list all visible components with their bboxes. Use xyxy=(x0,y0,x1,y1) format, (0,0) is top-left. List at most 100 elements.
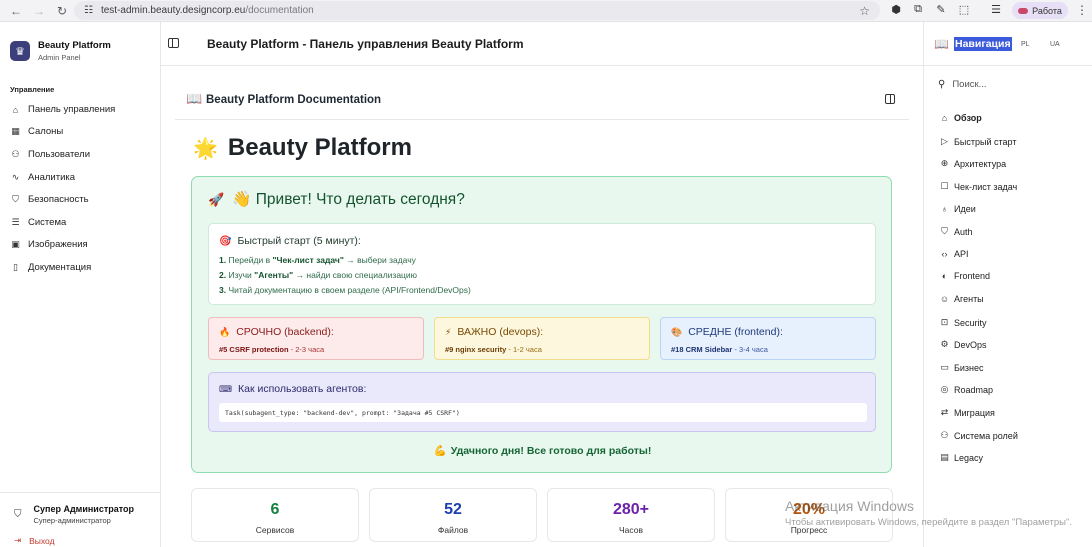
toggle-navigation-icon[interactable] xyxy=(885,94,895,104)
book-icon: ▯ xyxy=(13,262,18,272)
docs-nav-overview[interactable]: ⌂ Обзор xyxy=(939,113,982,123)
briefcase-icon: ▭ xyxy=(940,362,949,372)
logout-icon: ⇥ xyxy=(14,535,22,545)
translate-icon[interactable]: ⧉ xyxy=(910,3,926,16)
code-icon: ‹› xyxy=(941,249,948,259)
logout-button[interactable]: ⇥ Выход xyxy=(14,535,55,546)
sidebar-item-salons[interactable]: ▦ Салоны xyxy=(10,126,63,137)
play-icon: ▷ xyxy=(941,136,948,146)
media-icon[interactable]: ☰ xyxy=(988,3,1004,16)
sidebar-item-security[interactable]: ⛉ Безопасность xyxy=(10,194,89,205)
lock-icon: ⊡ xyxy=(940,317,949,327)
lightbulb-icon: ♁ xyxy=(941,204,948,214)
priority-card-urgent: 🔥 СРОЧНО (backend): #5 CSRF protection - … xyxy=(208,317,424,360)
back-icon[interactable]: ← xyxy=(9,4,23,18)
sidebar-item-label: Панель управления xyxy=(28,104,116,115)
docs-nav-roadmap[interactable]: ◎ Roadmap xyxy=(939,384,993,395)
forward-icon[interactable]: → xyxy=(32,4,46,18)
sidebar: ♛ Beauty Platform Admin Panel Управление… xyxy=(0,22,161,547)
docs-nav-agents[interactable]: ☺ Агенты xyxy=(939,294,984,304)
sidebar-footer: ⛉ Супер Администратор Супер-администрато… xyxy=(0,492,161,547)
sidebar-item-label: Безопасность xyxy=(28,194,89,205)
quick-start-title: 🎯 Быстрый старт (5 минут): xyxy=(219,235,361,247)
book-open-icon: 📖 xyxy=(934,37,949,51)
brand[interactable]: ♛ Beauty Platform Admin Panel xyxy=(10,40,111,62)
search-placeholder: Поиск... xyxy=(952,79,987,90)
stat-value: 52 xyxy=(444,501,462,518)
docs-nav-checklist[interactable]: ☐ Чек-лист задач xyxy=(939,181,1017,192)
sidebar-item-images[interactable]: ▣ Изображения xyxy=(10,239,88,250)
shield-icon: ⛉ xyxy=(941,226,948,236)
docs-nav-auth[interactable]: ⛉ Auth xyxy=(939,226,972,237)
docs-nav-api[interactable]: ‹› API xyxy=(939,249,969,259)
doc-header: 📖 Beauty Platform Documentation xyxy=(175,66,909,120)
fire-icon: 🔥 xyxy=(219,326,231,337)
main-content: 📖 Beauty Platform Documentation 🌟 Beauty… xyxy=(161,66,923,547)
docs-nav-business[interactable]: ▭ Бизнес xyxy=(939,362,983,373)
user-icon: ☺ xyxy=(939,294,950,304)
sidebar-item-analytics[interactable]: ∿ Аналитика xyxy=(10,172,75,183)
doc-header-title: Beauty Platform Documentation xyxy=(206,94,382,106)
sidebar-item-label: Изображения xyxy=(28,239,88,250)
priority-task: #5 CSRF protection - 2-3 часа xyxy=(219,345,325,354)
stat-value: 6 xyxy=(270,501,280,518)
search-icon: ⚲ xyxy=(938,79,946,90)
building-icon: ▦ xyxy=(11,126,20,136)
welcome-title-text: 👋 Привет! Что делать сегодня? xyxy=(232,191,465,208)
address-bar[interactable]: ☷ test-admin.beauty.designcorp.eu/docume… xyxy=(74,1,880,20)
sidebar-toggle-icon[interactable] xyxy=(168,38,179,48)
url-host: test-admin.beauty.designcorp.eu xyxy=(100,5,246,16)
docs-navigation-panel: 📖 Навигация PL UA ⚲ Поиск... ⌂ Обзор ▷ Быс… xyxy=(923,22,1092,547)
page-title: Beauty Platform - Панель управления Beau… xyxy=(207,37,524,51)
clipboard-icon: ☐ xyxy=(940,181,949,191)
docs-nav-legacy[interactable]: ▤ Legacy xyxy=(939,452,983,463)
bookmark-star-icon[interactable]: ☆ xyxy=(859,4,870,18)
book-open-icon: 📖 xyxy=(186,91,203,106)
docs-nav-quickstart[interactable]: ▷ Быстрый старт xyxy=(939,136,1016,147)
puzzle-icon[interactable]: ⬚ xyxy=(956,3,972,16)
docs-search[interactable]: ⚲ Поиск... xyxy=(938,79,987,90)
palette-icon: ◐ xyxy=(941,271,948,281)
pen-icon[interactable]: ✎ xyxy=(933,3,949,16)
agents-code-snippet[interactable]: Task(subagent_type: "backend-dev", promp… xyxy=(219,403,867,422)
rocket-icon: 🚀 xyxy=(208,191,225,207)
stat-card-files: 52 Файлов xyxy=(369,488,537,542)
home-icon: ⌂ xyxy=(12,104,19,115)
user-profile[interactable]: ⛉ Супер Администратор Супер-администрато… xyxy=(14,504,134,525)
stat-label: Файлов xyxy=(437,525,469,535)
extension-icon[interactable]: ⬢ xyxy=(888,3,904,16)
keyboard-icon: ⌨ xyxy=(219,383,232,394)
lang-pl-button[interactable]: PL xyxy=(1021,41,1030,48)
docs-nav-architecture[interactable]: ⊕ Архитектура xyxy=(939,158,1006,169)
docs-nav-ideas[interactable]: ♁ Идеи xyxy=(939,204,976,214)
site-info-icon[interactable]: ☷ xyxy=(84,5,93,16)
crown-logo-icon: ♛ xyxy=(10,41,30,61)
sidebar-item-label: Аналитика xyxy=(28,172,76,183)
sidebar-item-label: Документация xyxy=(28,262,92,273)
user-name: Супер Администратор xyxy=(33,504,135,514)
profile-button[interactable]: Работа xyxy=(1012,2,1068,19)
logout-label: Выход xyxy=(29,535,55,546)
browser-menu-icon[interactable]: ⋮ xyxy=(1076,3,1088,17)
priority-title: СРОЧНО (backend): xyxy=(236,326,334,338)
database-icon: ☰ xyxy=(11,217,20,227)
shield-icon: ⛉ xyxy=(12,194,19,204)
docs-nav-devops[interactable]: ⚙ DevOps xyxy=(939,339,986,350)
sidebar-item-users[interactable]: ⚇ Пользователи xyxy=(10,149,90,160)
docs-nav-frontend[interactable]: ◐ Frontend xyxy=(939,271,990,281)
sidebar-item-dashboard[interactable]: ⌂ Панель управления xyxy=(10,104,116,115)
sidebar-item-documentation[interactable]: ▯ Документация xyxy=(10,262,91,273)
sidebar-item-system[interactable]: ☰ Система xyxy=(10,217,66,228)
image-icon: ▣ xyxy=(11,239,20,249)
quick-start-step: 3. Читай документацию в своем разделе (A… xyxy=(219,285,471,295)
docs-nav-migration[interactable]: ⇄ Миграция xyxy=(939,407,995,418)
docs-nav-security[interactable]: ⊡ Security xyxy=(939,317,987,328)
profile-label: Работа xyxy=(1032,5,1062,16)
doc-title: 🌟 Beauty Platform xyxy=(193,134,412,162)
docs-nav-roles[interactable]: ⚇ Система ролей xyxy=(939,430,1017,441)
sidebar-group-label: Управление xyxy=(10,85,55,94)
palette-icon: 🎨 xyxy=(671,326,683,337)
muscle-icon: 💪 xyxy=(433,445,447,457)
lang-ua-button[interactable]: UA xyxy=(1050,41,1060,48)
reload-icon[interactable]: ↻ xyxy=(55,4,69,18)
